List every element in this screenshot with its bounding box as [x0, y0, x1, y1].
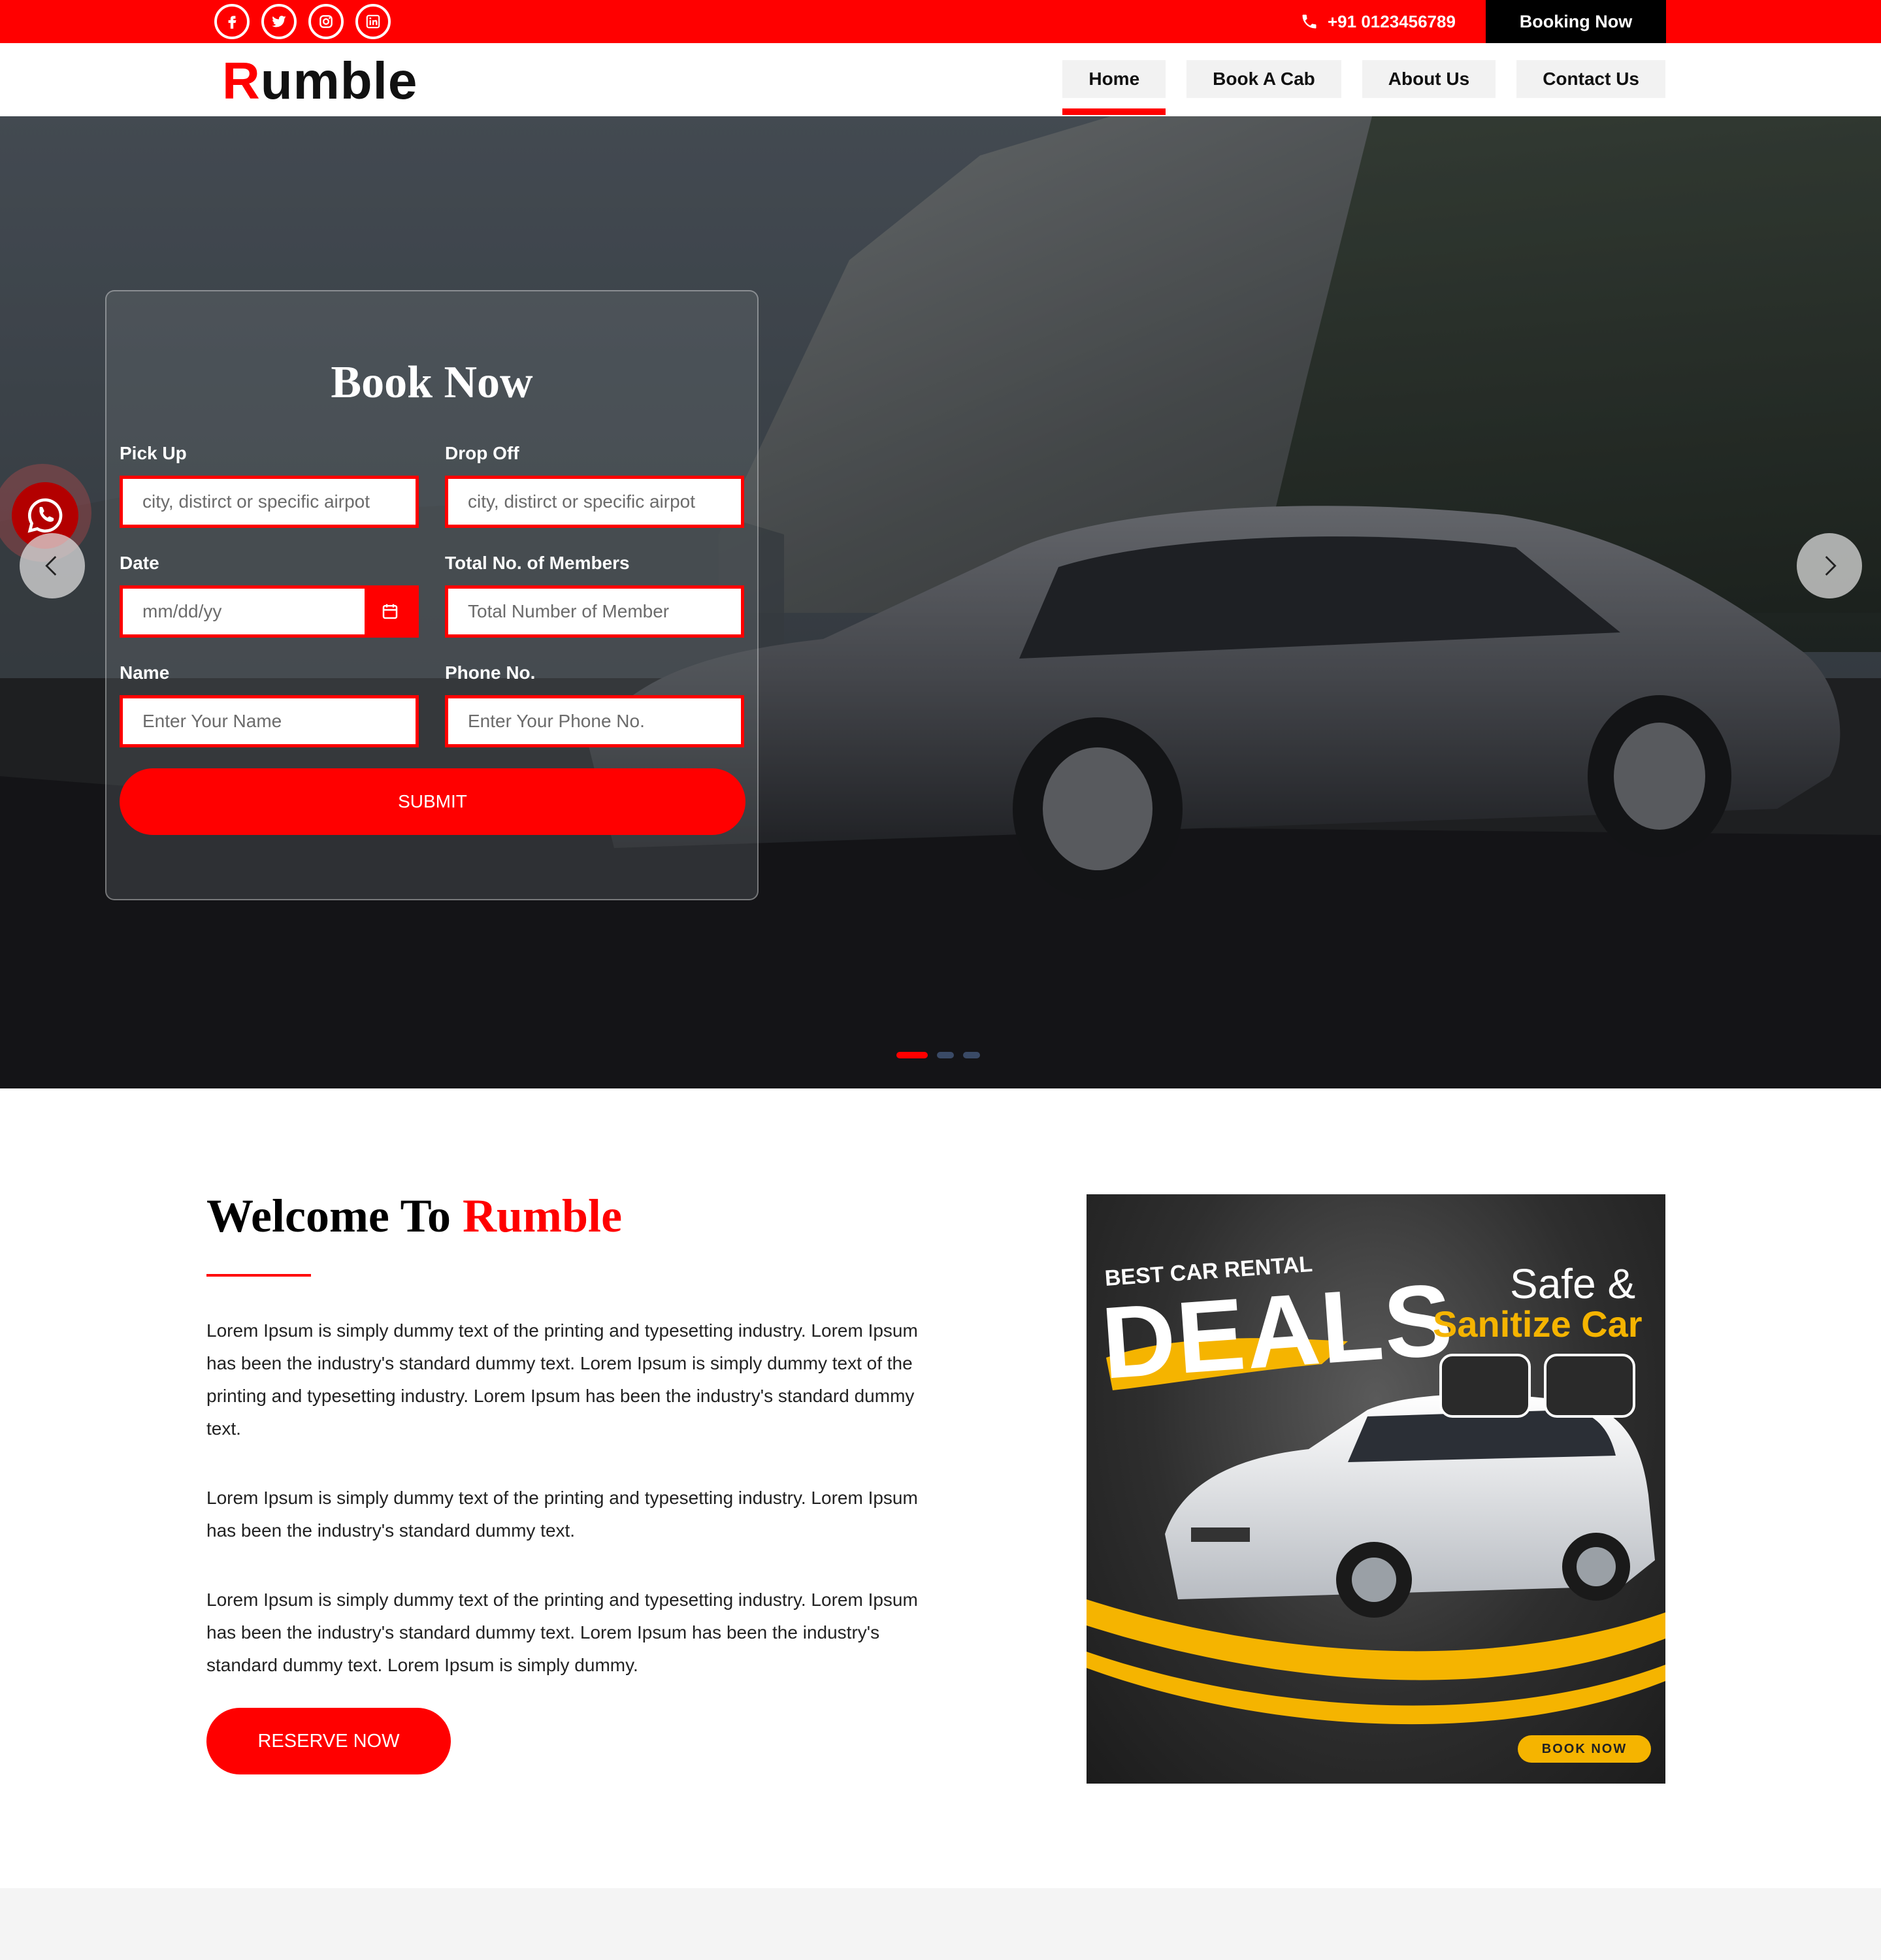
- promo-line-4: Sanitize Car: [1433, 1303, 1643, 1345]
- title-underline: [206, 1274, 311, 1277]
- booking-form-title: Book Now: [331, 357, 533, 408]
- date-input[interactable]: mm/dd/yy: [120, 585, 419, 638]
- next-section-band: [0, 1888, 1881, 1960]
- booking-form: Book Now Pick Up city, distirct or speci…: [105, 290, 759, 900]
- promo-line-2: DEALS: [1098, 1262, 1458, 1401]
- calendar-icon: [382, 604, 398, 619]
- members-input[interactable]: Total Number of Member: [445, 585, 744, 638]
- nav-home[interactable]: Home: [1062, 60, 1166, 115]
- promo-banner: BEST CAR RENTAL DEALS Safe & Sanitize Ca…: [1087, 1194, 1665, 1784]
- date-placeholder: mm/dd/yy: [142, 601, 222, 621]
- welcome-paragraph-2: Lorem Ipsum is simply dummy text of the …: [206, 1488, 918, 1541]
- booking-now-button[interactable]: Booking Now: [1486, 0, 1666, 43]
- slide-dot-1[interactable]: [896, 1052, 928, 1058]
- nav-about-us[interactable]: About Us: [1362, 60, 1496, 98]
- nav-book-a-cab[interactable]: Book A Cab: [1186, 60, 1341, 98]
- name-label: Name: [120, 662, 170, 683]
- slide-dot-2[interactable]: [937, 1052, 954, 1058]
- next-slide-button[interactable]: [1797, 533, 1862, 598]
- hero-slider: Book Now Pick Up city, distirct or speci…: [0, 116, 1881, 1088]
- phone-icon: [1302, 14, 1317, 29]
- welcome-title-prefix: Welcome To: [206, 1190, 463, 1242]
- phone-number: +91 0123456789: [1328, 11, 1456, 31]
- name-input[interactable]: Enter Your Name: [120, 695, 419, 747]
- chevron-left-icon: [45, 556, 57, 576]
- promo-thumb-2: [1544, 1354, 1635, 1418]
- logo-rest: umble: [260, 52, 418, 110]
- whatsapp-icon: [27, 498, 63, 533]
- promo-line-3: Safe &: [1510, 1260, 1636, 1307]
- submit-button[interactable]: SUBMIT: [120, 768, 745, 835]
- top-bar: +91 0123456789 Booking Now: [0, 0, 1881, 43]
- pickup-label: Pick Up: [120, 443, 187, 463]
- reserve-now-button[interactable]: RESERVE NOW: [206, 1708, 451, 1774]
- social-links: [214, 4, 391, 39]
- nav-contact-us[interactable]: Contact Us: [1516, 60, 1665, 98]
- pickup-input[interactable]: city, distirct or specific airpot: [120, 476, 419, 528]
- promo-book-now-button[interactable]: BOOK NOW: [1518, 1735, 1651, 1763]
- phone-contact[interactable]: +91 0123456789: [1300, 0, 1456, 43]
- main-nav: Home Book A Cab About Us Contact Us: [1062, 60, 1665, 115]
- instagram-icon[interactable]: [308, 4, 344, 39]
- logo[interactable]: Rumble: [222, 51, 417, 111]
- date-label: Date: [120, 553, 159, 573]
- chevron-right-icon: [1825, 556, 1837, 576]
- promo-thumb-1: [1439, 1354, 1531, 1418]
- welcome-paragraph-3: Lorem Ipsum is simply dummy text of the …: [206, 1590, 918, 1675]
- slider-dots: [896, 1052, 980, 1058]
- slide-dot-3[interactable]: [963, 1052, 980, 1058]
- dropoff-label: Drop Off: [445, 443, 519, 463]
- welcome-title: Welcome To Rumble: [206, 1189, 622, 1243]
- linkedin-icon[interactable]: [355, 4, 391, 39]
- site-header: Rumble Home Book A Cab About Us Contact …: [0, 43, 1881, 116]
- dropoff-input[interactable]: city, distirct or specific airpot: [445, 476, 744, 528]
- date-picker-button[interactable]: [365, 589, 416, 634]
- members-label: Total No. of Members: [445, 553, 630, 573]
- welcome-paragraph-1: Lorem Ipsum is simply dummy text of the …: [206, 1320, 918, 1439]
- logo-initial: R: [222, 52, 261, 110]
- phone-label: Phone No.: [445, 662, 536, 683]
- phone-input[interactable]: Enter Your Phone No.: [445, 695, 744, 747]
- twitter-icon[interactable]: [261, 4, 297, 39]
- facebook-icon[interactable]: [214, 4, 250, 39]
- prev-slide-button[interactable]: [20, 533, 85, 598]
- welcome-title-accent: Rumble: [463, 1190, 623, 1242]
